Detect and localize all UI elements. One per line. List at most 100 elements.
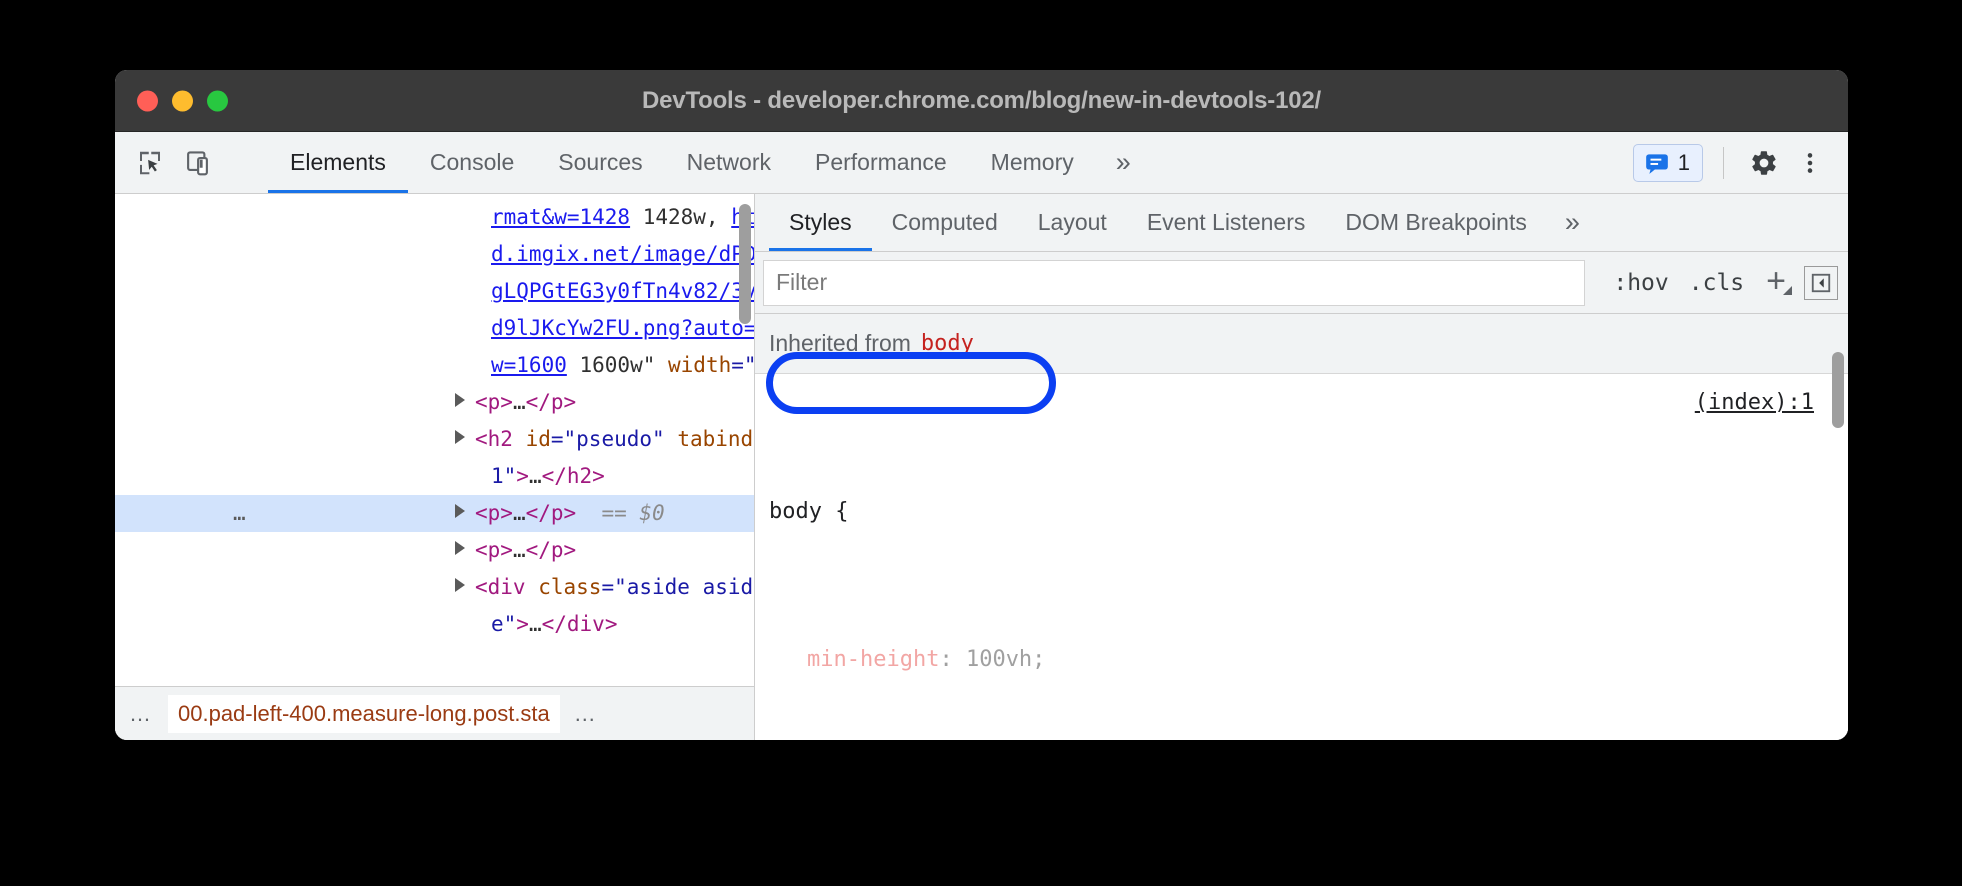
tab-memory[interactable]: Memory: [969, 132, 1096, 193]
dom-token: tabinde: [677, 427, 754, 451]
tab-layout[interactable]: Layout: [1018, 194, 1127, 251]
toggle-sidebar-icon[interactable]: [1804, 266, 1838, 300]
devtools-main-toolbar: Elements Console Sources Network Perform…: [115, 132, 1848, 194]
tab-network-label: Network: [687, 149, 771, 176]
dom-token: class: [538, 575, 601, 599]
dom-tree-pane: rmat&w=1428 1428w, httpd.imgix.net/image…: [115, 194, 755, 740]
expand-triangle-icon[interactable]: [455, 541, 465, 555]
breadcrumb: … 00.pad-left-400.measure-long.post.sta …: [115, 686, 754, 740]
dom-tree-row[interactable]: <div class="aside aside: [115, 569, 754, 606]
dom-token: 1600w": [567, 353, 668, 377]
gear-icon[interactable]: [1744, 143, 1784, 183]
breadcrumb-overflow-left[interactable]: …: [115, 701, 168, 727]
toggle-class-button[interactable]: .cls: [1679, 266, 1754, 300]
dom-token: <div: [475, 575, 538, 599]
css-declaration-min-height[interactable]: min-height: 100vh;: [769, 641, 1848, 678]
tab-styles[interactable]: Styles: [769, 194, 872, 251]
new-style-rule-button[interactable]: +: [1754, 268, 1798, 297]
expand-triangle-icon[interactable]: [455, 430, 465, 444]
expand-triangle-icon[interactable]: [455, 504, 465, 518]
styles-filter-toolbar: Filter :hov .cls +: [755, 252, 1848, 314]
screenshot-root: DevTools - developer.chrome.com/blog/new…: [0, 0, 1962, 886]
breadcrumb-item-active[interactable]: 00.pad-left-400.measure-long.post.sta: [168, 695, 560, 733]
dom-tree-row[interactable]: <h2 id="pseudo" tabinde: [115, 421, 754, 458]
more-options-icon[interactable]: [1790, 143, 1830, 183]
styles-more-tabs-chevron-icon[interactable]: »: [1547, 194, 1598, 251]
dom-token: d9lJKcYw2FU.png?auto=fo: [491, 316, 754, 340]
dom-token: </p>: [526, 538, 577, 562]
css-property-name[interactable]: min-height: [807, 647, 939, 672]
dom-token: …: [529, 464, 542, 488]
dom-token: <p>: [475, 390, 513, 414]
stylesheet-source-link[interactable]: (index):1: [1695, 384, 1814, 421]
dom-token: gLQPGtEG3y0fTn4v82/3vhz: [491, 279, 754, 303]
dom-row-content: gLQPGtEG3y0fTn4v82/3vhz: [115, 279, 754, 303]
dom-token: ="80: [731, 353, 754, 377]
dom-tree-row[interactable]: 1">…</h2>: [115, 458, 754, 495]
tab-elements-label: Elements: [290, 149, 386, 176]
dom-tree-row[interactable]: <p>…</p>: [115, 384, 754, 421]
tab-network[interactable]: Network: [665, 132, 793, 193]
dom-tree-row[interactable]: …<p>…</p> == $0: [115, 495, 754, 532]
dom-tree-row[interactable]: gLQPGtEG3y0fTn4v82/3vhz: [115, 273, 754, 310]
issues-badge[interactable]: 1: [1633, 144, 1703, 182]
dom-tree-row[interactable]: <p>…</p>: [115, 532, 754, 569]
styles-content[interactable]: Inherited from body (index):1 body { min…: [755, 314, 1848, 740]
inherited-from-label: Inherited from: [769, 330, 911, 357]
tab-dom-breakpoints[interactable]: DOM Breakpoints: [1325, 194, 1547, 251]
filter-placeholder: Filter: [776, 269, 827, 296]
dom-tree-row[interactable]: d9lJKcYw2FU.png?auto=fo: [115, 310, 754, 347]
tab-performance-label: Performance: [815, 149, 947, 176]
more-tabs-chevron-icon[interactable]: »: [1096, 132, 1151, 193]
expand-triangle-icon[interactable]: [455, 578, 465, 592]
styles-scrollbar[interactable]: [1832, 352, 1844, 428]
issues-icon: [1644, 150, 1670, 176]
inherited-from-body-header[interactable]: Inherited from body: [755, 314, 1848, 374]
css-selector-line[interactable]: body {: [769, 493, 1848, 530]
css-property-value[interactable]: 100vh;: [966, 647, 1045, 672]
dom-tree[interactable]: rmat&w=1428 1428w, httpd.imgix.net/image…: [115, 194, 754, 686]
tab-performance[interactable]: Performance: [793, 132, 969, 193]
dom-token: …: [513, 501, 526, 525]
dom-token: ="pseudo": [551, 427, 665, 451]
tab-computed[interactable]: Computed: [872, 194, 1018, 251]
dom-token: <p>: [475, 538, 513, 562]
dom-row-more-icon[interactable]: …: [233, 495, 248, 532]
dom-token: ="aside aside: [601, 575, 754, 599]
inspect-element-icon[interactable]: [133, 146, 167, 180]
tab-console[interactable]: Console: [408, 132, 536, 193]
dom-tree-scrollbar[interactable]: [739, 204, 751, 324]
dom-tree-row[interactable]: w=1600 1600w" width="80: [115, 347, 754, 384]
dom-tree-row[interactable]: rmat&w=1428 1428w, http: [115, 199, 754, 236]
devtools-panes: rmat&w=1428 1428w, httpd.imgix.net/image…: [115, 194, 1848, 740]
dom-token: 1": [491, 464, 516, 488]
tab-elements[interactable]: Elements: [268, 132, 408, 193]
tab-event-listeners-label: Event Listeners: [1147, 209, 1306, 236]
css-rule-body[interactable]: (index):1 body { min-height: 100vh; back…: [755, 374, 1848, 740]
tab-dom-breakpoints-label: DOM Breakpoints: [1345, 209, 1527, 236]
device-toolbar-icon[interactable]: [183, 146, 217, 180]
tab-memory-label: Memory: [991, 149, 1074, 176]
expand-triangle-icon[interactable]: [455, 393, 465, 407]
dom-token: …: [513, 390, 526, 414]
dom-token: [665, 427, 678, 451]
tab-layout-label: Layout: [1038, 209, 1107, 236]
dom-row-content: <div class="aside aside: [115, 575, 754, 599]
dom-token: ==: [576, 501, 639, 525]
toolbar-right-divider: [1723, 147, 1724, 179]
dom-token: id: [526, 427, 551, 451]
tab-sources[interactable]: Sources: [536, 132, 664, 193]
tab-event-listeners[interactable]: Event Listeners: [1127, 194, 1326, 251]
dom-token: </p>: [526, 390, 577, 414]
breadcrumb-overflow-right[interactable]: …: [560, 701, 613, 727]
devtools-window: DevTools - developer.chrome.com/blog/new…: [115, 70, 1848, 740]
dom-token: w=1600: [491, 353, 567, 377]
styles-tab-list: Styles Computed Layout Event Listeners D…: [755, 194, 1848, 252]
toggle-element-state-button[interactable]: :hov: [1603, 266, 1678, 300]
dom-tree-row[interactable]: d.imgix.net/image/dPDCe: [115, 236, 754, 273]
dom-token: >: [516, 612, 529, 636]
toolbar-right-actions: 1: [1633, 132, 1848, 193]
dom-tree-row[interactable]: e">…</div>: [115, 606, 754, 643]
filter-input[interactable]: Filter: [763, 260, 1585, 306]
issues-count: 1: [1678, 150, 1690, 176]
